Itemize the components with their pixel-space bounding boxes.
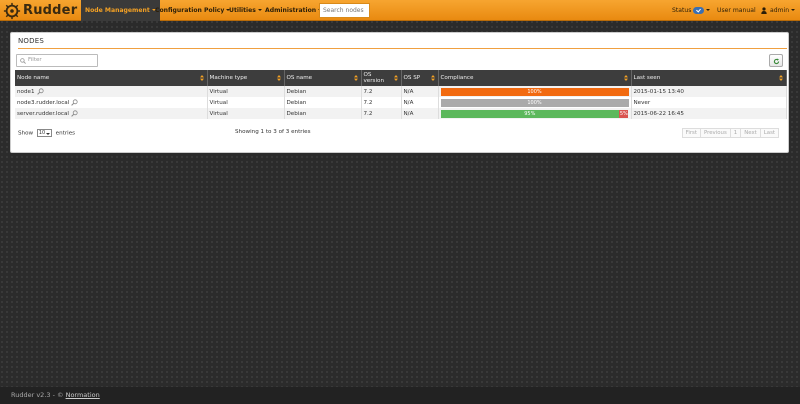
brand-name: Rudder xyxy=(23,3,78,18)
magnifier-icon[interactable] xyxy=(71,99,78,106)
search-nodes-input[interactable] xyxy=(319,3,370,18)
page-footer: Rudder v2.3 - © Normation xyxy=(0,387,800,404)
compliance-segment: 100% xyxy=(440,98,629,107)
user-icon xyxy=(761,6,767,14)
compliance-bar[interactable]: 100% xyxy=(440,87,629,96)
entries-label: entries xyxy=(55,130,76,137)
sort-icon xyxy=(623,75,628,81)
page-size-value: 10 xyxy=(38,130,46,136)
column-header-os-name[interactable]: OS name xyxy=(284,70,362,86)
sort-icon xyxy=(199,75,204,81)
nav-node-management-label: Node Management xyxy=(85,7,150,14)
cell-os-name: Debian xyxy=(284,97,362,108)
magnifier-icon[interactable] xyxy=(36,88,44,95)
nav-configuration-policy-label: Configuration Policy xyxy=(155,7,225,14)
nav-user-label: admin xyxy=(770,7,790,14)
compliance-bar[interactable]: 100% xyxy=(440,98,629,107)
cell-os-name: Debian xyxy=(284,108,362,119)
node-name-link[interactable]: node3.rudder.local xyxy=(17,100,69,106)
cell-node-name[interactable]: server.rudder.local xyxy=(15,108,208,119)
footer-normation-link[interactable]: Normation xyxy=(66,391,100,399)
table-row[interactable]: server.rudder.local Virtual Debian 7.2 N… xyxy=(15,108,787,119)
top-navbar: Rudder Node Management Configuration Pol… xyxy=(0,0,800,21)
nodes-table: Node name Machine type OS name OS versio… xyxy=(15,70,787,119)
table-row[interactable]: node1 Virtual Debian 7.2 N/A 100% 2015-0… xyxy=(15,86,787,97)
pager-next-button[interactable]: Next xyxy=(740,128,761,138)
compliance-segment: 5% xyxy=(619,109,629,118)
cell-os-sp: N/A xyxy=(401,86,439,97)
sort-icon xyxy=(276,75,281,81)
cell-os-version: 7.2 xyxy=(361,97,402,108)
cell-compliance: 95% 5% xyxy=(438,108,632,119)
nav-user-manual-label: User manual xyxy=(717,7,756,14)
check-icon xyxy=(693,6,705,14)
caret-down-icon xyxy=(706,9,711,11)
pager-previous-button[interactable]: Previous xyxy=(699,128,731,138)
nav-user-manual[interactable]: User manual xyxy=(713,0,760,21)
filter-icon xyxy=(20,58,26,64)
show-entries-control: Show 10 entries xyxy=(18,129,75,137)
table-row[interactable]: node3.rudder.local Virtual Debian 7.2 N/… xyxy=(15,97,787,108)
page-size-select[interactable]: 10 xyxy=(36,129,52,137)
nav-configuration-policy[interactable]: Configuration Policy xyxy=(151,0,234,21)
nav-administration-label: Administration xyxy=(265,7,317,14)
node-name-link[interactable]: node1 xyxy=(17,89,35,95)
compliance-segment: 95% xyxy=(440,109,620,118)
brand-logo[interactable]: Rudder xyxy=(3,1,81,20)
column-header-machine-type[interactable]: Machine type xyxy=(207,70,285,86)
nodes-panel: NODES Filter Node name Machine type OS n… xyxy=(10,32,789,153)
cell-last-seen: 2015-01-15 13:40 xyxy=(631,86,787,97)
sort-icon xyxy=(353,75,358,81)
column-header-compliance[interactable]: Compliance xyxy=(438,70,632,86)
pagination: First Previous 1 Next Last xyxy=(681,128,779,138)
cell-machine-type: Virtual xyxy=(207,86,285,97)
panel-title: NODES xyxy=(18,37,787,49)
refresh-icon xyxy=(773,58,780,64)
cell-machine-type: Virtual xyxy=(207,108,285,119)
nav-status[interactable]: Status xyxy=(668,0,714,21)
nav-administration[interactable]: Administration xyxy=(261,0,326,21)
sort-icon xyxy=(778,75,783,81)
cell-os-sp: N/A xyxy=(401,97,439,108)
node-name-link[interactable]: server.rudder.local xyxy=(17,111,69,117)
nav-status-label: Status xyxy=(672,7,692,14)
column-header-os-version[interactable]: OS version xyxy=(361,70,402,86)
nav-utilities[interactable]: Utilities xyxy=(225,0,266,21)
cell-compliance: 100% xyxy=(438,86,632,97)
pager-first-button[interactable]: First xyxy=(681,128,701,138)
cell-compliance: 100% xyxy=(438,97,632,108)
cell-os-version: 7.2 xyxy=(361,108,402,119)
caret-down-icon xyxy=(45,132,50,135)
filter-input[interactable]: Filter xyxy=(16,54,98,67)
nav-utilities-label: Utilities xyxy=(229,7,256,14)
cell-last-seen: 2015-06-22 16:45 xyxy=(631,108,787,119)
cell-os-version: 7.2 xyxy=(361,86,402,97)
cell-last-seen: Never xyxy=(631,97,787,108)
filter-placeholder: Filter xyxy=(28,57,42,63)
compliance-segment: 100% xyxy=(440,87,629,96)
column-header-last-seen[interactable]: Last seen xyxy=(631,70,787,86)
column-header-os-sp[interactable]: OS SP xyxy=(401,70,439,86)
cell-os-sp: N/A xyxy=(401,108,439,119)
compliance-bar[interactable]: 95% 5% xyxy=(440,109,629,118)
cell-machine-type: Virtual xyxy=(207,97,285,108)
nav-node-management[interactable]: Node Management xyxy=(81,0,160,21)
table-info: Showing 1 to 3 of 3 entries xyxy=(235,129,311,135)
cell-node-name[interactable]: node1 xyxy=(15,86,208,97)
footer-version: Rudder v2.3 - © xyxy=(11,391,64,399)
cell-os-name: Debian xyxy=(284,86,362,97)
caret-down-icon xyxy=(791,9,796,11)
magnifier-icon[interactable] xyxy=(71,110,78,117)
sort-icon xyxy=(393,75,398,81)
pager-last-button[interactable]: Last xyxy=(759,128,779,138)
cell-node-name[interactable]: node3.rudder.local xyxy=(15,97,208,108)
table-header-row: Node name Machine type OS name OS versio… xyxy=(15,70,787,86)
refresh-button[interactable] xyxy=(769,54,783,67)
show-label: Show xyxy=(18,130,34,137)
rudder-logo-icon xyxy=(3,2,21,19)
column-header-node-name[interactable]: Node name xyxy=(15,70,208,86)
nav-user-menu[interactable]: admin xyxy=(757,0,799,21)
sort-icon xyxy=(430,75,435,81)
